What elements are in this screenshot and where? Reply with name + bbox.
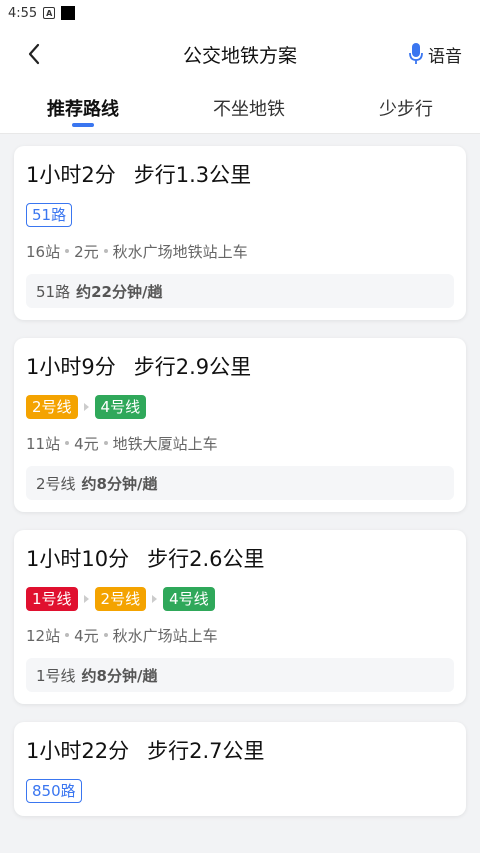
route-lines: 51路 [26, 202, 454, 228]
frequency-box: 1号线 约8分钟/趟 [26, 658, 454, 692]
route-fare: 4元 [74, 626, 99, 645]
dot-separator [65, 249, 70, 253]
route-card[interactable]: 1小时10分 步行2.6公里 1号线 2号线 4号线 12站 4元 秋水广场站上… [14, 530, 466, 704]
microphone-icon [409, 43, 423, 64]
voice-button[interactable]: 语音 [408, 42, 462, 67]
route-summary: 1小时9分 步行2.9公里 [26, 350, 454, 382]
route-summary: 1小时22分 步行2.7公里 [26, 734, 454, 766]
route-boarding: 地铁大厦站上车 [112, 434, 218, 453]
route-card[interactable]: 1小时22分 步行2.7公里 850路 [14, 722, 466, 816]
metro-line-tag: 4号线 [94, 395, 147, 419]
route-fare: 2元 [74, 242, 99, 261]
tab-no-metro[interactable]: 不坐地铁 [201, 82, 297, 133]
route-duration: 1小时22分 [26, 739, 130, 763]
notification-a-icon: A [43, 7, 56, 19]
route-duration: 1小时2分 [26, 163, 116, 187]
route-meta: 11站 4元 地铁大厦站上车 [26, 432, 454, 454]
route-meta: 16站 2元 秋水广场地铁站上车 [26, 240, 454, 262]
top-bar: 公交地铁方案 语音 [0, 26, 480, 82]
frequency-line: 2号线 [36, 474, 76, 493]
route-boarding: 秋水广场站上车 [112, 626, 218, 645]
dot-separator [103, 441, 108, 445]
route-meta: 12站 4元 秋水广场站上车 [26, 624, 454, 646]
transfer-arrow-icon [152, 595, 158, 603]
dot-separator [103, 249, 108, 253]
metro-line-tag: 2号线 [26, 395, 78, 419]
metro-line-tag: 1号线 [26, 587, 78, 611]
back-button[interactable] [20, 40, 48, 68]
dot-separator [65, 633, 70, 637]
frequency-text: 约8分钟/趟 [81, 474, 158, 493]
bus-line-tag: 850路 [26, 779, 82, 803]
transfer-arrow-icon [83, 595, 89, 603]
voice-label: 语音 [428, 46, 462, 67]
route-stops: 11站 [26, 434, 61, 453]
notification-square-icon [61, 6, 76, 20]
route-card[interactable]: 1小时9分 步行2.9公里 2号线 4号线 11站 4元 地铁大厦站上车 2号线… [14, 338, 466, 512]
status-time: 4:55 [8, 5, 38, 21]
route-duration: 1小时9分 [26, 355, 116, 379]
route-card[interactable]: 1小时2分 步行1.3公里 51路 16站 2元 秋水广场地铁站上车 51路 约… [14, 146, 466, 320]
metro-line-tag: 4号线 [163, 587, 215, 611]
frequency-text: 约8分钟/趟 [81, 666, 158, 685]
route-walk-distance: 步行1.3公里 [133, 163, 252, 187]
route-walk-distance: 步行2.6公里 [147, 547, 265, 571]
chevron-left-icon [28, 43, 40, 65]
tab-recommended[interactable]: 推荐路线 [35, 82, 131, 133]
route-lines: 850路 [26, 778, 454, 804]
route-boarding: 秋水广场地铁站上车 [112, 242, 248, 261]
route-walk-distance: 步行2.7公里 [147, 739, 265, 763]
route-summary: 1小时10分 步行2.6公里 [26, 542, 454, 574]
frequency-text: 约22分钟/趟 [76, 282, 163, 301]
route-tabs: 推荐路线 不坐地铁 少步行 [0, 82, 480, 134]
route-duration: 1小时10分 [26, 547, 130, 571]
route-summary: 1小时2分 步行1.3公里 [26, 158, 454, 190]
transfer-arrow-icon [83, 403, 89, 411]
frequency-line: 1号线 [36, 666, 76, 685]
route-fare: 4元 [74, 434, 99, 453]
bus-line-tag: 51路 [26, 203, 73, 227]
route-list: 1小时2分 步行1.3公里 51路 16站 2元 秋水广场地铁站上车 51路 约… [0, 134, 480, 816]
route-lines: 2号线 4号线 [26, 394, 454, 420]
route-stops: 12站 [26, 626, 61, 645]
frequency-box: 51路 约22分钟/趟 [26, 274, 454, 308]
frequency-line: 51路 [36, 282, 71, 301]
route-stops: 16站 [26, 242, 61, 261]
dot-separator [65, 441, 70, 445]
route-lines: 1号线 2号线 4号线 [26, 586, 454, 612]
status-bar: 4:55 A [0, 0, 480, 26]
route-walk-distance: 步行2.9公里 [133, 355, 252, 379]
dot-separator [103, 633, 108, 637]
frequency-box: 2号线 约8分钟/趟 [26, 466, 454, 500]
tab-less-walking[interactable]: 少步行 [367, 82, 445, 133]
metro-line-tag: 2号线 [94, 587, 147, 611]
